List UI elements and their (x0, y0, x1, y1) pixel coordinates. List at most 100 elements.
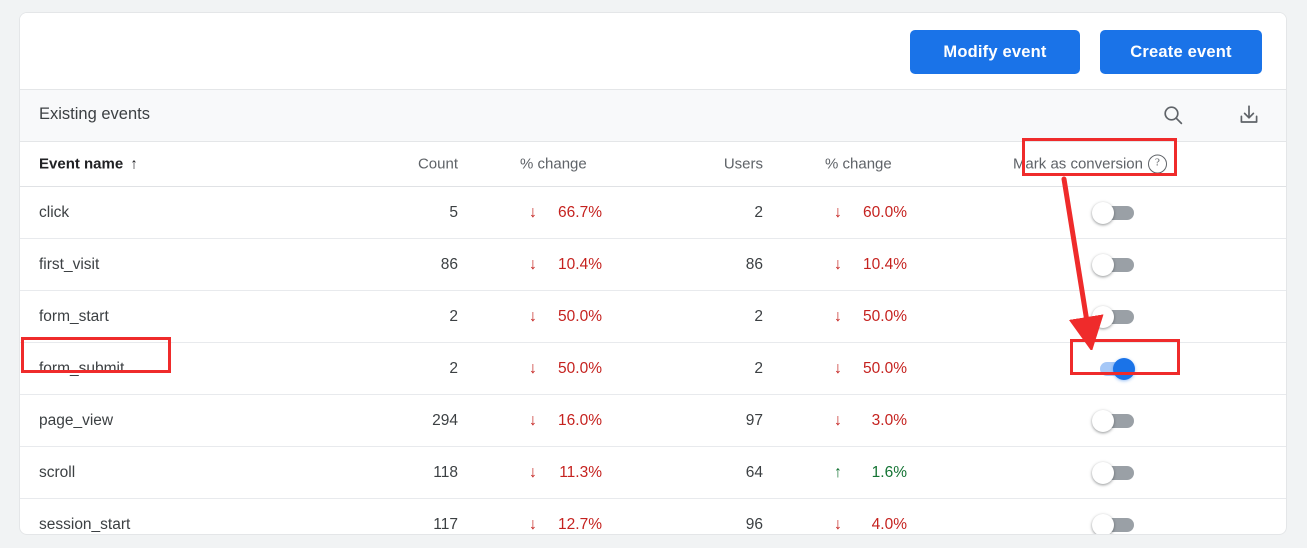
table-row: session_start 117 ↓ 12.7% 96 ↓ 4.0% (20, 499, 1286, 534)
count-change-cell: ↓ 11.3% (520, 464, 602, 482)
event-count-cell: 2 (449, 307, 458, 325)
event-users-cell: 96 (745, 515, 763, 533)
event-users-cell: 2 (754, 203, 763, 221)
arrow-down-icon: ↓ (529, 411, 537, 429)
download-icon[interactable] (1235, 101, 1263, 129)
users-change-cell-value: 10.4% (863, 255, 907, 273)
count-change-cell-value: 50.0% (558, 359, 602, 377)
users-change-cell-value: 4.0% (871, 515, 907, 533)
arrow-down-icon: ↓ (529, 515, 537, 533)
users-change-cell: ↓ 10.4% (825, 256, 907, 274)
arrow-down-icon: ↓ (529, 463, 537, 481)
toggle-knob (1092, 461, 1114, 484)
events-card: Modify event Create event Existing event… (19, 12, 1287, 535)
table-row: form_start 2 ↓ 50.0% 2 ↓ 50.0% (20, 291, 1286, 343)
users-change-cell: ↑ 1.6% (825, 464, 907, 482)
mark-as-conversion-toggle[interactable] (1092, 513, 1136, 534)
arrow-down-icon: ↓ (529, 203, 537, 221)
page-root: Modify event Create event Existing event… (0, 0, 1307, 548)
help-icon[interactable]: ? (1148, 154, 1167, 174)
users-change-cell-value: 1.6% (871, 463, 907, 481)
event-name-cell[interactable]: scroll (39, 464, 75, 482)
count-change-cell: ↓ 66.7% (520, 204, 602, 222)
count-change-cell-value: 66.7% (558, 203, 602, 221)
event-name-cell[interactable]: session_start (39, 516, 130, 534)
arrow-down-icon: ↓ (834, 203, 842, 221)
events-table: Event name ↑ Count % change Users % chan… (20, 142, 1286, 534)
table-row: first_visit 86 ↓ 10.4% 86 ↓ 10.4% (20, 239, 1286, 291)
table-row: form_submit 2 ↓ 50.0% 2 ↓ 50.0% (20, 343, 1286, 395)
table-row: click 5 ↓ 66.7% 2 ↓ 60.0% (20, 187, 1286, 239)
count-change-cell-value: 11.3% (559, 463, 602, 481)
mark-as-conversion-toggle[interactable] (1092, 409, 1136, 432)
column-header-count[interactable]: Count (418, 156, 458, 173)
event-count-cell: 117 (433, 515, 458, 533)
table-body: click 5 ↓ 66.7% 2 ↓ 60.0% first_visit 86 ↓ 10.4% 86… (20, 187, 1286, 534)
column-header-count-change[interactable]: % change (520, 156, 587, 173)
arrow-down-icon: ↓ (834, 255, 842, 273)
column-header-mark-as-conversion: Mark as conversion ? (1012, 154, 1167, 174)
arrow-down-icon: ↓ (834, 307, 842, 325)
toggle-knob (1092, 253, 1114, 276)
existing-events-header: Existing events (20, 89, 1286, 142)
count-change-cell-value: 16.0% (558, 411, 602, 429)
column-header-users[interactable]: Users (724, 156, 763, 173)
column-header-mark-as-conversion-label: Mark as conversion (1012, 155, 1143, 173)
search-icon[interactable] (1159, 101, 1187, 129)
users-change-cell: ↓ 4.0% (825, 516, 907, 534)
event-users-cell: 86 (745, 255, 763, 273)
event-name-cell[interactable]: form_start (39, 308, 109, 326)
count-change-cell: ↓ 50.0% (520, 360, 602, 378)
event-users-cell: 64 (745, 463, 763, 481)
mark-as-conversion-toggle[interactable] (1092, 461, 1136, 484)
event-name-cell[interactable]: form_submit (39, 360, 124, 378)
event-users-cell: 2 (754, 307, 763, 325)
event-count-cell: 294 (432, 411, 458, 429)
event-name-cell[interactable]: page_view (39, 412, 113, 430)
count-change-cell: ↓ 50.0% (520, 308, 602, 326)
table-row: page_view 294 ↓ 16.0% 97 ↓ 3.0% (20, 395, 1286, 447)
users-change-cell-value: 3.0% (871, 411, 907, 429)
toggle-knob (1092, 201, 1114, 224)
users-change-cell: ↓ 50.0% (825, 308, 907, 326)
users-change-cell-value: 60.0% (863, 203, 907, 221)
action-bar: Modify event Create event (20, 13, 1286, 89)
arrow-down-icon: ↓ (529, 307, 537, 325)
panel-title: Existing events (39, 105, 150, 123)
count-change-cell: ↓ 10.4% (520, 256, 602, 274)
column-header-event-name-label: Event name (39, 155, 124, 173)
toggle-knob (1092, 305, 1114, 328)
panel-actions (1159, 101, 1263, 129)
count-change-cell-value: 12.7% (558, 515, 602, 533)
mark-as-conversion-toggle[interactable] (1092, 201, 1136, 224)
create-event-button[interactable]: Create event (1100, 30, 1262, 74)
arrow-down-icon: ↓ (529, 359, 537, 377)
column-header-event-name[interactable]: Event name ↑ (39, 156, 138, 173)
arrow-down-icon: ↓ (834, 411, 842, 429)
users-change-cell-value: 50.0% (863, 359, 907, 377)
event-count-cell: 5 (449, 203, 458, 221)
event-users-cell: 97 (745, 411, 763, 429)
event-users-cell: 2 (754, 359, 763, 377)
column-header-users-change[interactable]: % change (825, 156, 892, 173)
toggle-knob (1113, 357, 1135, 380)
table-row: scroll 118 ↓ 11.3% 64 ↑ 1.6% (20, 447, 1286, 499)
users-change-cell: ↓ 60.0% (825, 204, 907, 222)
mark-as-conversion-toggle[interactable] (1092, 357, 1136, 380)
mark-as-conversion-toggle[interactable] (1092, 253, 1136, 276)
event-name-cell[interactable]: click (39, 204, 69, 222)
event-name-cell[interactable]: first_visit (39, 256, 99, 274)
toggle-knob (1092, 409, 1114, 432)
arrow-down-icon: ↓ (834, 515, 842, 533)
count-change-cell: ↓ 12.7% (520, 516, 602, 534)
mark-as-conversion-toggle[interactable] (1092, 305, 1136, 328)
arrow-down-icon: ↓ (529, 255, 537, 273)
users-change-cell: ↓ 50.0% (825, 360, 907, 378)
count-change-cell-value: 10.4% (558, 255, 602, 273)
event-count-cell: 86 (440, 255, 458, 273)
arrow-down-icon: ↓ (834, 359, 842, 377)
table-header-row: Event name ↑ Count % change Users % chan… (20, 142, 1286, 187)
count-change-cell: ↓ 16.0% (520, 412, 602, 430)
event-count-cell: 2 (449, 359, 458, 377)
modify-event-button[interactable]: Modify event (910, 30, 1080, 74)
